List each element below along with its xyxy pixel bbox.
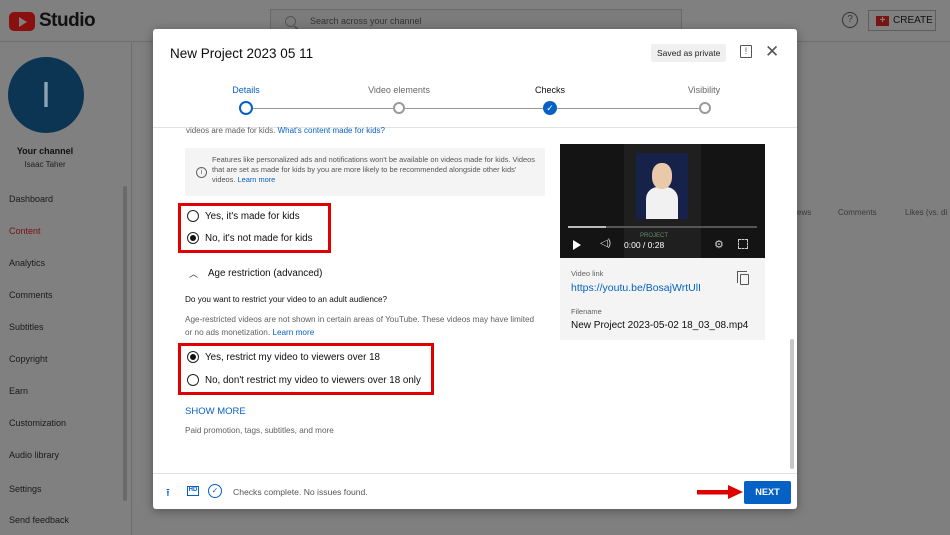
- red-arrow-annotation: [697, 485, 743, 499]
- sidebar-item-settings[interactable]: Settings: [9, 484, 42, 494]
- video-progress-bar[interactable]: [568, 226, 757, 228]
- channel-title: Your channel: [16, 146, 74, 156]
- video-details-panel: Video link https://youtu.be/BosajWrtUlI …: [560, 258, 765, 340]
- show-more-description: Paid promotion, tags, subtitles, and mor…: [185, 426, 334, 435]
- create-label: CREATE: [893, 15, 933, 26]
- video-link-label: Video link: [571, 269, 604, 278]
- saved-status-badge: Saved as private: [651, 44, 727, 62]
- age-learn-more-link[interactable]: Learn more: [272, 328, 314, 337]
- sidebar-item-send-feedback[interactable]: Send feedback: [9, 515, 69, 525]
- step-connector: [405, 108, 543, 109]
- video-time: 0:00 / 0:28: [624, 240, 665, 250]
- video-link[interactable]: https://youtu.be/BosajWrtUlI: [571, 282, 701, 294]
- sidebar-item-audio-library[interactable]: Audio library: [9, 450, 59, 460]
- copy-icon[interactable]: [737, 271, 749, 285]
- create-button[interactable]: + CREATE: [868, 10, 936, 31]
- red-highlight-box: [178, 343, 434, 395]
- help-icon[interactable]: ?: [842, 12, 858, 28]
- feedback-icon[interactable]: !: [740, 45, 752, 58]
- video-progress-fill: [568, 226, 606, 228]
- volume-icon[interactable]: ◁): [600, 238, 611, 249]
- dialog-title: New Project 2023 05 11: [170, 46, 314, 61]
- age-restriction-toggle[interactable]: ︿ Age restriction (advanced): [189, 267, 322, 280]
- step-visibility-label[interactable]: Visibility: [659, 85, 749, 95]
- sidebar-item-earn[interactable]: Earn: [9, 386, 28, 396]
- sidebar-item-subtitles[interactable]: Subtitles: [9, 322, 44, 332]
- chevron-up-icon: ︿: [189, 269, 199, 279]
- video-thumbnail-person: [636, 153, 688, 219]
- kids-info-box: i Features like personalized ads and not…: [185, 148, 545, 196]
- hd-icon[interactable]: HD: [187, 486, 199, 496]
- kids-info-text: Features like personalized ads and notif…: [212, 155, 535, 184]
- sidebar-item-customization[interactable]: Customization: [9, 418, 66, 428]
- upload-icon[interactable]: ⭱: [166, 484, 170, 503]
- step-details-dot[interactable]: [239, 101, 253, 115]
- next-button[interactable]: NEXT: [744, 481, 791, 504]
- step-visibility-dot[interactable]: [699, 102, 711, 114]
- kids-intro-text: videos are made for kids. What's content…: [186, 126, 385, 135]
- dialog-scrollbar[interactable]: [790, 339, 794, 469]
- close-icon[interactable]: ✕: [765, 43, 779, 60]
- video-overlay-logo: PROJECT: [640, 233, 669, 239]
- avatar[interactable]: I: [8, 57, 84, 133]
- filename-value: New Project 2023-05-02 18_03_08.mp4: [571, 320, 749, 331]
- sidebar-scrollbar[interactable]: [123, 186, 127, 501]
- filename-label: Filename: [571, 307, 602, 316]
- sidebar-item-comments[interactable]: Comments: [9, 290, 53, 300]
- step-checks-check-icon[interactable]: ✓: [543, 101, 557, 115]
- sidebar-item-analytics[interactable]: Analytics: [9, 258, 45, 268]
- sidebar-item-copyright[interactable]: Copyright: [9, 354, 48, 364]
- age-description: Age-restricted videos are not shown in c…: [185, 315, 535, 337]
- logo-text: Studio: [39, 10, 96, 31]
- step-video-elements-dot[interactable]: [393, 102, 405, 114]
- video-preview[interactable]: PROJECT ◁) 0:00 / 0:28 ⚙: [560, 144, 765, 258]
- age-question: Do you want to restrict your video to an…: [185, 295, 388, 304]
- step-video-elements-label[interactable]: Video elements: [354, 85, 444, 95]
- show-more-button[interactable]: SHOW MORE: [185, 406, 246, 417]
- channel-name: Isaac Taher: [24, 160, 66, 169]
- sidebar: I Your channel Isaac Taher Dashboard Con…: [0, 43, 132, 535]
- info-icon: i: [196, 167, 207, 178]
- footer-divider: [153, 473, 797, 474]
- red-highlight-box: [178, 203, 331, 253]
- sidebar-item-content[interactable]: Content: [9, 226, 41, 236]
- youtube-logo-icon: [9, 11, 35, 31]
- create-video-icon: +: [876, 15, 889, 26]
- whats-content-for-kids-link[interactable]: What's content made for kids?: [278, 126, 385, 135]
- step-connector: [557, 108, 699, 109]
- settings-gear-icon[interactable]: ⚙: [714, 238, 724, 251]
- column-header-comments: Comments: [838, 208, 877, 217]
- search-placeholder: Search across your channel: [310, 16, 422, 26]
- step-connector: [253, 108, 393, 109]
- sidebar-item-dashboard[interactable]: Dashboard: [9, 194, 53, 204]
- status-text: Checks complete. No issues found.: [233, 487, 368, 497]
- step-checks-label[interactable]: Checks: [505, 85, 595, 95]
- studio-logo[interactable]: Studio: [9, 10, 96, 32]
- play-icon[interactable]: [573, 240, 581, 250]
- checks-complete-icon[interactable]: ✓: [208, 484, 222, 498]
- fullscreen-icon[interactable]: [738, 239, 748, 249]
- search-icon: [285, 15, 296, 27]
- column-header-likes: Likes (vs. di: [905, 208, 948, 217]
- upload-dialog: New Project 2023 05 11 Saved as private …: [153, 29, 797, 509]
- step-details-label[interactable]: Details: [201, 85, 291, 95]
- kids-learn-more-link[interactable]: Learn more: [237, 175, 275, 184]
- column-header-views: ews: [797, 208, 812, 217]
